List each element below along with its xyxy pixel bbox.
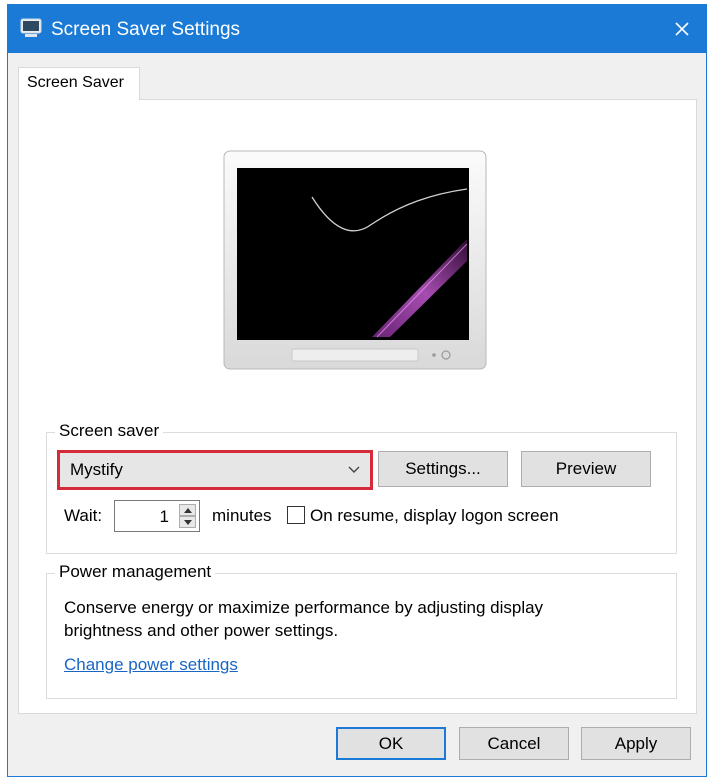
spin-up-button[interactable] <box>179 504 196 516</box>
screen-saver-dropdown[interactable]: Mystify <box>57 450 373 490</box>
tab-label: Screen Saver <box>27 74 124 91</box>
wait-minutes-stepper[interactable]: 1 <box>114 500 200 532</box>
cancel-button[interactable]: Cancel <box>459 727 569 760</box>
tab-screen-saver[interactable]: Screen Saver <box>18 67 140 100</box>
title-bar[interactable]: Screen Saver Settings <box>8 5 706 53</box>
power-description-line1: Conserve energy or maximize performance … <box>64 598 544 617</box>
screen-saver-group-legend: Screen saver <box>55 421 164 441</box>
close-icon <box>675 22 689 36</box>
ok-button[interactable]: OK <box>336 727 446 760</box>
apply-button[interactable]: Apply <box>581 727 691 760</box>
power-description-line2: brightness and other power settings. <box>64 621 339 640</box>
resume-logon-label[interactable]: On resume, display logon screen <box>310 506 559 526</box>
settings-button[interactable]: Settings... <box>378 451 508 487</box>
screen-saver-selected: Mystify <box>70 460 123 479</box>
chevron-down-icon <box>348 466 360 473</box>
change-power-settings-link[interactable]: Change power settings <box>64 655 238 675</box>
preview-button-label: Preview <box>555 459 617 478</box>
screen-saver-preview-monitor <box>223 150 487 370</box>
close-button[interactable] <box>658 5 706 53</box>
spin-down-button[interactable] <box>179 516 196 528</box>
settings-button-label: Settings... <box>405 459 481 478</box>
resume-logon-checkbox[interactable] <box>287 506 305 524</box>
apply-button-label: Apply <box>614 733 658 753</box>
window-title: Screen Saver Settings <box>51 19 241 40</box>
power-management-legend: Power management <box>55 562 216 582</box>
arrow-down-icon <box>183 519 192 525</box>
tab-panel: Screen saver Mystify Settings... Preview… <box>18 99 697 714</box>
monitor-app-icon <box>20 18 42 37</box>
arrow-up-icon <box>183 507 192 513</box>
screen-saver-settings-window: Screen Saver Settings Screen Saver Scree… <box>7 4 707 777</box>
cancel-button-label: Cancel <box>487 733 541 753</box>
minutes-label: minutes <box>212 506 272 525</box>
wait-label: Wait: <box>64 506 103 525</box>
ok-button-label: OK <box>378 733 404 753</box>
wait-minutes-value: 1 <box>159 507 169 526</box>
preview-button[interactable]: Preview <box>521 451 651 487</box>
